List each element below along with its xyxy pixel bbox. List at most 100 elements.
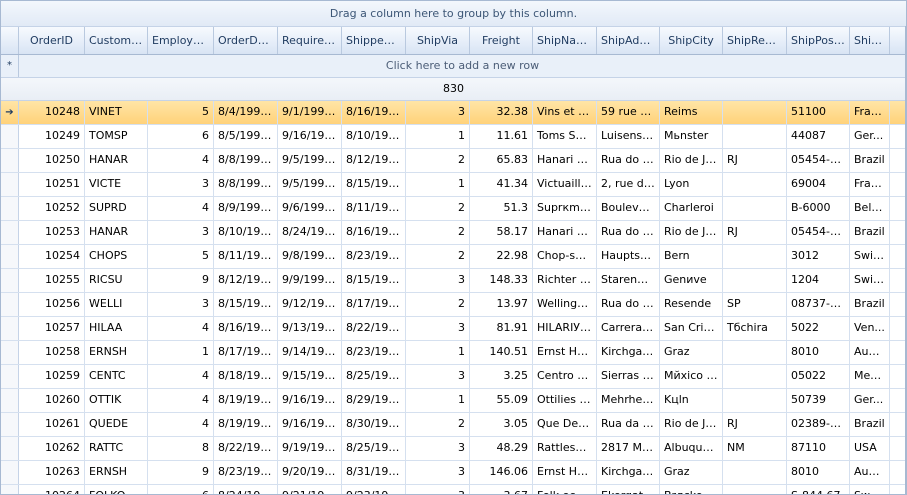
table-cell[interactable]: 4 (148, 197, 214, 220)
row-indicator-cell[interactable] (1, 317, 19, 340)
table-cell[interactable]: 5 (148, 101, 214, 124)
table-cell[interactable]: 1 (406, 125, 470, 148)
table-row[interactable]: 10257 HILAA 4 8/16/199... 9/13/199... 8/22/19… (1, 317, 906, 341)
column-header-shippeddate[interactable]: ShippedD... (342, 27, 406, 54)
table-cell[interactable]: 32.38 (470, 101, 533, 124)
table-cell[interactable]: 148.33 (470, 269, 533, 292)
table-cell[interactable]: Aust... (850, 461, 890, 484)
table-cell[interactable]: 10249 (19, 125, 85, 148)
table-cell[interactable]: Starenwe... (597, 269, 660, 292)
table-cell[interactable]: Aust... (850, 341, 890, 364)
table-cell[interactable]: 13.97 (470, 293, 533, 316)
table-cell[interactable]: 3 (406, 461, 470, 484)
table-cell[interactable]: 8/10/199... (214, 221, 278, 244)
table-cell[interactable]: TOMSP (85, 125, 148, 148)
table-cell[interactable]: 3012 (787, 245, 850, 268)
table-row[interactable]: 10253 HANAR 3 8/10/199... 8/24/199... 8/16/19… (1, 221, 906, 245)
row-indicator-cell[interactable] (1, 197, 19, 220)
table-cell[interactable]: 3 (406, 437, 470, 460)
table-cell[interactable]: 9/5/1994... (278, 173, 342, 196)
table-cell[interactable]: 8/30/199... (342, 413, 406, 436)
table-cell[interactable]: Folk och f... (533, 485, 597, 494)
table-cell[interactable]: 8/22/199... (342, 317, 406, 340)
table-cell[interactable]: 2817 Milt... (597, 437, 660, 460)
column-header-employeeid[interactable]: Employee... (148, 27, 214, 54)
column-header-shipaddress[interactable]: ShipAddr... (597, 27, 660, 54)
table-cell[interactable]: 3 (406, 269, 470, 292)
table-cell[interactable]: 9/14/199... (278, 341, 342, 364)
table-cell[interactable]: 8/18/199... (214, 365, 278, 388)
table-cell[interactable]: 8010 (787, 461, 850, 484)
table-cell[interactable]: 8/22/199... (214, 437, 278, 460)
column-header-shippostalcode[interactable]: ShipPosta... (787, 27, 850, 54)
table-cell[interactable]: Ernst Han... (533, 341, 597, 364)
table-cell[interactable]: 6 (148, 125, 214, 148)
table-cell[interactable]: RICSU (85, 269, 148, 292)
table-cell[interactable]: USA (850, 437, 890, 460)
table-cell[interactable]: Genиve (660, 269, 723, 292)
table-cell[interactable]: Boulevar... (597, 197, 660, 220)
table-cell[interactable] (723, 365, 787, 388)
table-cell[interactable]: QUEDE (85, 413, 148, 436)
table-cell[interactable]: 1 (148, 341, 214, 364)
row-indicator-cell[interactable] (1, 341, 19, 364)
table-cell[interactable]: HILARIУN... (533, 317, 597, 340)
column-header-shipname[interactable]: ShipName (533, 27, 597, 54)
table-cell[interactable]: 8/12/199... (342, 149, 406, 172)
table-cell[interactable]: Ernst Han... (533, 461, 597, 484)
table-cell[interactable]: 8/31/199... (342, 461, 406, 484)
table-cell[interactable]: 9/23/199... (342, 485, 406, 494)
table-cell[interactable]: 05022 (787, 365, 850, 388)
table-cell[interactable]: 2 (406, 221, 470, 244)
table-cell[interactable]: 8/29/199... (342, 389, 406, 412)
table-cell[interactable]: 8/17/199... (214, 341, 278, 364)
table-cell[interactable]: 48.29 (470, 437, 533, 460)
column-header-freight[interactable]: Freight (470, 27, 533, 54)
table-cell[interactable]: 05454-876 (787, 221, 850, 244)
table-cell[interactable]: 3 (406, 485, 470, 494)
table-cell[interactable]: VICTE (85, 173, 148, 196)
table-cell[interactable]: Rio de Ja... (660, 413, 723, 436)
table-cell[interactable]: 9/1/1994... (278, 101, 342, 124)
table-cell[interactable]: 10262 (19, 437, 85, 460)
row-indicator-cell[interactable] (1, 365, 19, 388)
table-cell[interactable] (723, 485, 787, 494)
table-cell[interactable]: Sierras de... (597, 365, 660, 388)
row-indicator-cell[interactable] (1, 269, 19, 292)
table-cell[interactable]: Kirchgass... (597, 461, 660, 484)
table-cell[interactable]: HANAR (85, 221, 148, 244)
table-cell[interactable] (723, 461, 787, 484)
table-cell[interactable]: 8/25/199... (342, 365, 406, 388)
table-cell[interactable]: Charleroi (660, 197, 723, 220)
table-cell[interactable]: 3.25 (470, 365, 533, 388)
table-cell[interactable]: Wellingto... (533, 293, 597, 316)
table-cell[interactable]: 9 (148, 269, 214, 292)
table-cell[interactable]: 10251 (19, 173, 85, 196)
table-row[interactable]: 10250 HANAR 4 8/8/1994... 9/5/1994... 8/12/19… (1, 149, 906, 173)
table-cell[interactable]: 3.05 (470, 413, 533, 436)
table-cell[interactable]: 4 (148, 389, 214, 412)
table-cell[interactable]: 8/15/199... (342, 173, 406, 196)
table-cell[interactable]: 10255 (19, 269, 85, 292)
table-cell[interactable]: Richter S... (533, 269, 597, 292)
table-cell[interactable]: 9/8/1994... (278, 245, 342, 268)
table-row[interactable]: 10260 OTTIK 4 8/19/199... 9/16/199... 8/29/19… (1, 389, 906, 413)
table-cell[interactable]: 5022 (787, 317, 850, 340)
table-cell[interactable]: 08737-363 (787, 293, 850, 316)
add-new-row[interactable]: * Click here to add a new row (1, 55, 906, 78)
row-indicator-cell[interactable] (1, 245, 19, 268)
table-cell[interactable]: 140.51 (470, 341, 533, 364)
table-cell[interactable]: 8/4/1994... (214, 101, 278, 124)
table-cell[interactable]: 55.09 (470, 389, 533, 412)
table-cell[interactable]: HANAR (85, 149, 148, 172)
table-cell[interactable]: 9/6/1994... (278, 197, 342, 220)
column-header-customerid[interactable]: CustomerID (85, 27, 148, 54)
table-cell[interactable]: Reims (660, 101, 723, 124)
row-indicator-cell[interactable] (1, 437, 19, 460)
table-cell[interactable]: 59 rue de... (597, 101, 660, 124)
table-cell[interactable]: Tбchira (723, 317, 787, 340)
table-cell[interactable]: Ven... (850, 317, 890, 340)
table-cell[interactable]: 9/13/199... (278, 317, 342, 340)
table-cell[interactable]: 1 (406, 341, 470, 364)
table-cell[interactable]: 2 (406, 197, 470, 220)
